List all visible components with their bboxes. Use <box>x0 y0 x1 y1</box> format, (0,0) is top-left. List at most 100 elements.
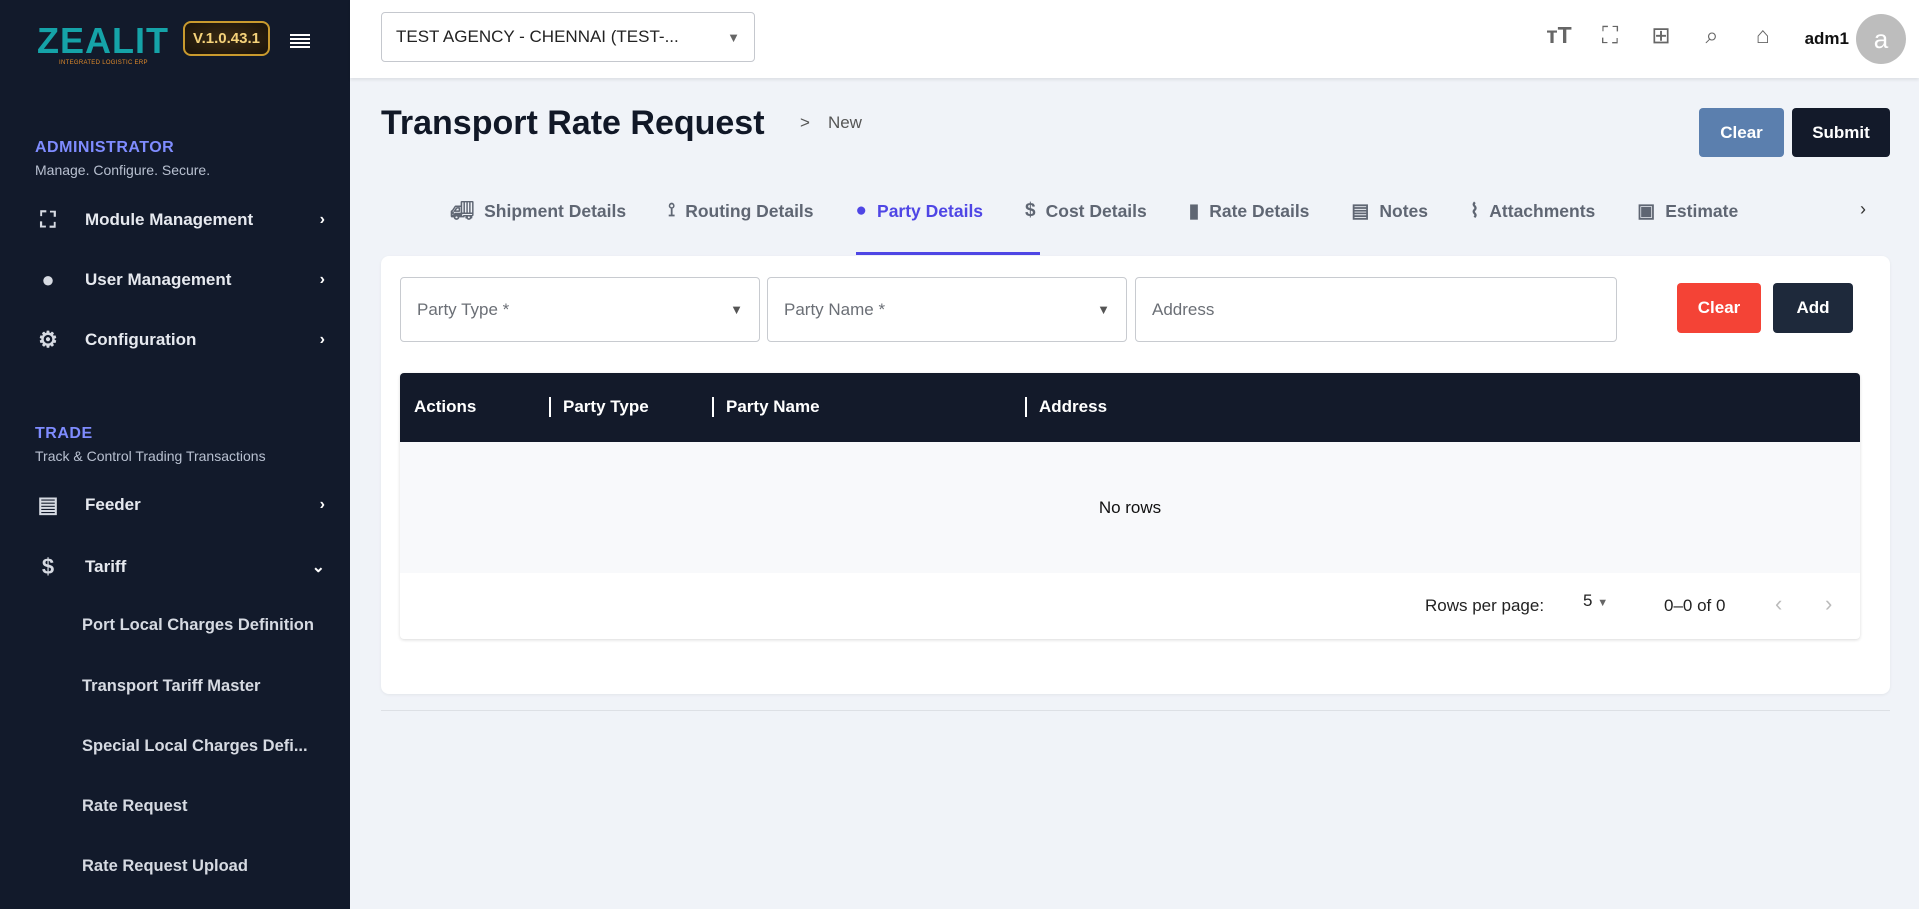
avatar[interactable]: a <box>1856 14 1906 64</box>
paperclip-icon: ⌇ <box>1470 200 1480 222</box>
tab-cost-details[interactable]: $ Cost Details <box>1025 196 1147 226</box>
column-header-actions[interactable]: Actions <box>414 397 476 417</box>
fullscreen-icon[interactable]: ⛶ <box>1596 22 1624 49</box>
tab-routing-details[interactable]: ⟟ Routing Details <box>668 196 813 226</box>
column-header-address[interactable]: Address <box>1025 397 1107 417</box>
next-page-icon[interactable]: › <box>1825 591 1832 617</box>
chevron-right-icon: › <box>319 271 325 288</box>
version-badge: V.1.0.43.1 <box>183 21 270 56</box>
section-title-administrator: ADMINISTRATOR <box>35 139 175 156</box>
tab-label: Attachments <box>1489 200 1596 221</box>
breadcrumb-separator: > <box>800 113 810 132</box>
active-tab-indicator <box>856 252 1040 255</box>
font-size-icon[interactable]: ᴛT <box>1545 22 1573 49</box>
rows-per-page-select[interactable]: 5 ▼ <box>1583 591 1608 611</box>
sidebar-subitem-rate-request-upload[interactable]: Rate Request Upload <box>82 857 248 876</box>
caret-down-icon: ▼ <box>1097 302 1110 317</box>
sidebar-item-module-management[interactable]: ⛶ Module Management › <box>35 205 325 235</box>
agency-select[interactable]: TEST AGENCY - CHENNAI (TEST-... ▼ <box>381 12 755 62</box>
form-clear-button[interactable]: Clear <box>1677 283 1761 333</box>
tab-label: Routing Details <box>685 200 814 221</box>
party-type-placeholder: Party Type * <box>417 299 510 319</box>
sidebar-item-user-management[interactable]: ● User Management › <box>35 265 325 295</box>
section-subtitle: Manage. Configure. Secure. <box>35 162 211 178</box>
sidebar-item-label: Module Management <box>85 210 254 229</box>
caret-down-icon: ▼ <box>1597 597 1609 609</box>
tab-label: Cost Details <box>1045 200 1147 221</box>
empty-state-text: No rows <box>1098 497 1162 517</box>
user-circle-icon: ● <box>41 267 55 292</box>
route-icon: ⟟ <box>668 200 676 221</box>
chevron-right-icon: › <box>319 331 325 348</box>
tab-notes[interactable]: ▤ Notes <box>1351 196 1428 226</box>
logo-text: ZEALIT <box>37 20 169 61</box>
estimate-icon: ▣ <box>1637 200 1656 222</box>
sidebar-item-configuration[interactable]: ⚙ Configuration › <box>35 325 325 355</box>
address-placeholder: Address <box>1152 299 1215 319</box>
caret-down-icon: ▼ <box>730 302 743 317</box>
rows-per-page-label: Rows per page: <box>1425 596 1545 615</box>
caret-down-icon: ▼ <box>727 29 740 45</box>
gears-icon: ⚙ <box>38 327 58 352</box>
top-header: TEST AGENCY - CHENNAI (TEST-... ▼ ᴛT ⛶ ⊞ … <box>350 0 1919 78</box>
sidebar-subitem-rate-request[interactable]: Rate Request <box>82 797 187 816</box>
sidebar: ZEALIT INTEGRATED LOGISTIC ERP V.1.0.43.… <box>0 0 350 909</box>
invoice-icon: ▮ <box>1188 200 1200 222</box>
tab-party-details[interactable]: ● Party Details <box>856 196 984 226</box>
sidebar-item-feeder[interactable]: ▤ Feeder › <box>35 490 325 520</box>
rows-per-page-value: 5 <box>1583 591 1593 610</box>
sidebar-item-label: Feeder <box>85 495 141 514</box>
column-header-party-type[interactable]: Party Type <box>549 397 649 417</box>
column-header-party-name[interactable]: Party Name <box>712 397 820 417</box>
chevron-down-icon: ⌄ <box>311 559 325 576</box>
chevron-right-icon: › <box>319 211 325 228</box>
submit-button[interactable]: Submit <box>1792 108 1890 157</box>
party-table: Actions Party Type Party Name Address No… <box>400 373 1860 639</box>
module-tree-icon: ⛶ <box>40 207 56 232</box>
sidebar-subitem-port-local-charges[interactable]: Port Local Charges Definition <box>82 616 314 635</box>
page-title: Transport Rate Request <box>381 104 765 142</box>
party-type-select[interactable]: Party Type * ▼ <box>400 277 760 342</box>
sidebar-item-label: User Management <box>85 270 232 289</box>
agency-value: TEST AGENCY - CHENNAI (TEST-... <box>396 27 679 46</box>
pagination-range: 0–0 of 0 <box>1664 596 1726 615</box>
dollar-circle-icon: $ <box>1025 200 1036 221</box>
truck-icon: 🚚︎ <box>450 201 475 222</box>
tab-shipment-details[interactable]: 🚚︎ Shipment Details <box>450 196 626 226</box>
note-icon: ▤ <box>1351 200 1370 222</box>
section-subtitle: Track & Control Trading Transactions <box>35 448 266 464</box>
home-icon[interactable]: ⌂ <box>1749 22 1777 49</box>
tab-bar: 🚚︎ Shipment Details ⟟ Routing Details ● Par… <box>450 196 1780 226</box>
sidebar-item-label: Tariff <box>85 557 127 576</box>
search-icon[interactable]: ⌕ <box>1698 22 1726 49</box>
tab-attachments[interactable]: ⌇ Attachments <box>1470 196 1595 226</box>
sidebar-subitem-transport-tariff-master[interactable]: Transport Tariff Master <box>82 677 260 696</box>
sidebar-item-label: Configuration <box>85 330 197 349</box>
tab-scroll-right-icon[interactable]: › <box>1860 199 1866 220</box>
sidebar-item-tariff[interactable]: $ Tariff ⌄ <box>35 552 325 582</box>
party-name-placeholder: Party Name * <box>784 299 886 319</box>
previous-page-icon[interactable]: ‹ <box>1775 591 1782 617</box>
clear-button[interactable]: Clear <box>1699 108 1784 157</box>
menu-toggle-icon[interactable] <box>290 34 310 48</box>
tab-estimate[interactable]: ▣ Estimate <box>1637 196 1738 226</box>
table-header: Actions Party Type Party Name Address <box>400 373 1860 442</box>
table-body: No rows <box>400 442 1860 573</box>
add-button[interactable]: Add <box>1773 283 1853 333</box>
tab-label: Party Details <box>877 200 984 221</box>
username[interactable]: adm1 <box>1805 29 1849 49</box>
apps-icon[interactable]: ⊞ <box>1647 22 1675 49</box>
tab-rate-details[interactable]: ▮ Rate Details <box>1189 196 1310 226</box>
address-input[interactable]: Address <box>1135 277 1617 342</box>
tab-label: Shipment Details <box>484 200 627 221</box>
document-icon: ▤ <box>37 492 59 517</box>
tab-label: Estimate <box>1665 200 1739 221</box>
tab-label: Rate Details <box>1209 200 1310 221</box>
divider <box>381 710 1890 711</box>
party-name-select[interactable]: Party Name * ▼ <box>767 277 1127 342</box>
sidebar-subitem-special-local-charges[interactable]: Special Local Charges Defi... <box>82 737 308 756</box>
app-logo[interactable]: ZEALIT INTEGRATED LOGISTIC ERP <box>37 20 169 66</box>
user-circle-icon: ● <box>855 200 868 221</box>
tab-label: Notes <box>1379 200 1428 221</box>
section-title-trade: TRADE <box>35 425 93 442</box>
